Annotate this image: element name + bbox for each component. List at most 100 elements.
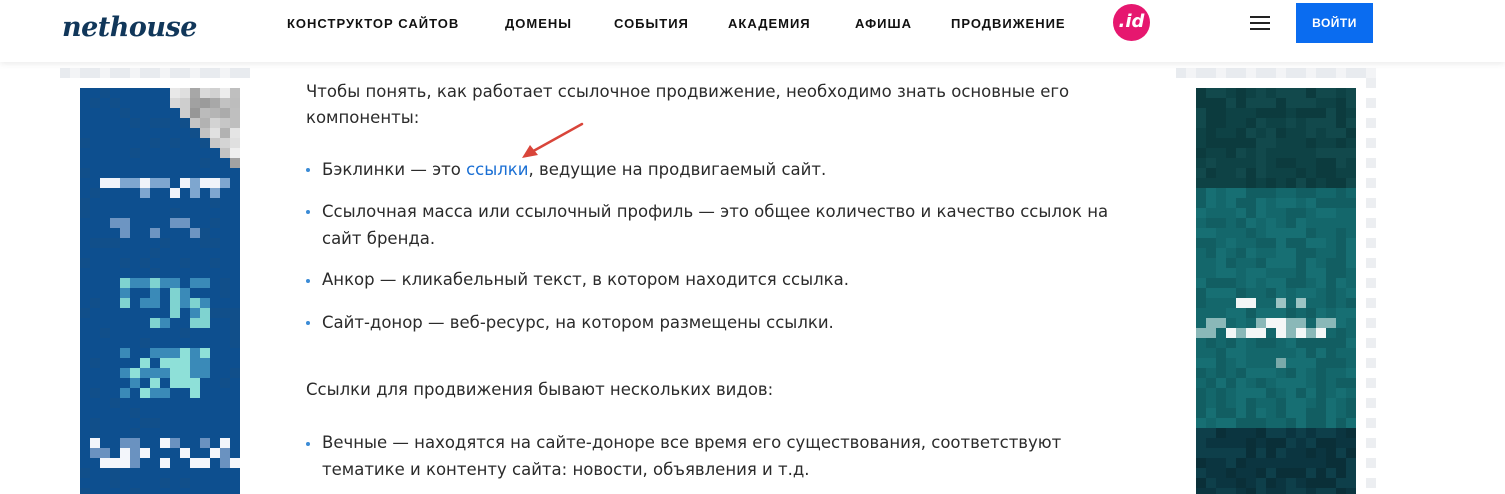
nav-promotion[interactable]: ПРОДВИЖЕНИЕ	[951, 16, 1066, 31]
nav-site-builder[interactable]: КОНСТРУКТОР САЙТОВ	[287, 16, 459, 31]
banner-pixel	[1196, 208, 1206, 218]
banner-pixel	[110, 218, 120, 228]
banner-pixel	[1256, 468, 1266, 478]
banner-pixel	[1326, 168, 1336, 178]
banner-pixel	[1336, 218, 1346, 228]
banner-pixel	[1296, 398, 1306, 408]
banner-pixel	[140, 348, 150, 358]
banner-pixel	[1266, 328, 1276, 338]
banner-pixel	[1266, 128, 1276, 138]
banner-pixel	[190, 358, 200, 368]
banner-pixel	[1286, 268, 1296, 278]
banner-pixel	[150, 338, 160, 348]
banner-pixel	[1206, 258, 1216, 268]
banner-pixel	[140, 368, 150, 378]
banner-pixel	[130, 168, 140, 178]
id-logo-icon[interactable]: .id	[1113, 4, 1150, 41]
banner-pixel	[1266, 188, 1276, 198]
banner-pixel	[100, 68, 110, 78]
right-ad-banner[interactable]	[1176, 68, 1376, 494]
banner-pixel	[1316, 188, 1326, 198]
banner-pixel	[1196, 198, 1206, 208]
banner-pixel	[210, 178, 220, 188]
banner-pixel	[1206, 308, 1216, 318]
banner-pixel	[1326, 278, 1336, 288]
banner-pixel	[1246, 438, 1256, 448]
banner-pixel	[180, 378, 190, 388]
banner-pixel	[190, 348, 200, 358]
banner-pixel	[150, 398, 160, 408]
banner-pixel	[1196, 338, 1206, 348]
links-link[interactable]: ссылки	[466, 160, 528, 179]
banner-pixel	[1286, 88, 1296, 98]
banner-pixel	[1326, 358, 1336, 368]
banner-pixel	[180, 308, 190, 318]
banner-pixel	[200, 188, 210, 198]
banner-pixel	[1306, 208, 1316, 218]
banner-pixel	[100, 468, 110, 478]
banner-pixel	[1316, 238, 1326, 248]
banner-pixel	[180, 248, 190, 258]
banner-pixel	[170, 198, 180, 208]
banner-pixel	[1286, 208, 1296, 218]
banner-pixel	[1316, 268, 1326, 278]
banner-pixel	[1296, 258, 1306, 268]
banner-pixel	[1316, 138, 1326, 148]
banner-pixel	[150, 418, 160, 428]
banner-pixel	[180, 268, 190, 278]
banner-pixel	[160, 418, 170, 428]
banner-pixel	[1246, 488, 1256, 494]
banner-pixel	[90, 318, 100, 328]
banner-pixel	[200, 148, 210, 158]
nethouse-logo[interactable]: nethouse	[62, 12, 197, 43]
banner-pixel	[160, 238, 170, 248]
banner-pixel	[200, 238, 210, 248]
banner-pixel	[1276, 88, 1286, 98]
banner-pixel	[180, 348, 190, 358]
banner-pixel	[100, 168, 110, 178]
banner-pixel	[130, 288, 140, 298]
banner-pixel	[1266, 338, 1276, 348]
banner-pixel	[180, 278, 190, 288]
banner-pixel	[220, 308, 230, 318]
banner-pixel	[90, 438, 100, 448]
banner-pixel	[1236, 158, 1246, 168]
banner-pixel	[190, 228, 200, 238]
nav-domains[interactable]: ДОМЕНЫ	[505, 16, 572, 31]
nav-events[interactable]: СОБЫТИЯ	[614, 16, 689, 31]
banner-pixel	[1266, 458, 1276, 468]
banner-pixel	[140, 358, 150, 368]
banner-pixel	[190, 398, 200, 408]
banner-pixel	[200, 268, 210, 278]
banner-pixel	[210, 248, 220, 258]
banner-pixel	[180, 98, 190, 108]
nav-afisha[interactable]: АФИША	[855, 16, 912, 31]
banner-pixel	[1306, 408, 1316, 418]
banner-pixel	[80, 288, 90, 298]
banner-pixel	[1286, 278, 1296, 288]
banner-pixel	[160, 208, 170, 218]
banner-pixel	[200, 408, 210, 418]
nav-academy[interactable]: АКАДЕМИЯ	[728, 16, 811, 31]
banner-pixel	[1326, 298, 1336, 308]
banner-pixel	[1286, 398, 1296, 408]
banner-pixel	[80, 178, 90, 188]
banner-pixel	[180, 258, 190, 268]
hamburger-menu-icon[interactable]	[1250, 15, 1270, 31]
login-button[interactable]: ВОЙТИ	[1296, 3, 1373, 43]
banner-pixel	[80, 68, 90, 78]
banner-pixel	[160, 268, 170, 278]
banner-pixel	[230, 378, 240, 388]
banner-pixel	[150, 448, 160, 458]
banner-pixel	[1296, 318, 1306, 328]
banner-pixel	[1206, 418, 1216, 428]
banner-pixel	[210, 438, 220, 448]
banner-pixel	[1296, 68, 1306, 78]
banner-pixel	[1256, 288, 1266, 298]
banner-pixel	[90, 448, 100, 458]
banner-pixel	[1216, 328, 1226, 338]
banner-pixel	[1356, 68, 1366, 78]
banner-pixel	[1296, 278, 1306, 288]
left-ad-banner[interactable]	[60, 68, 250, 494]
banner-pixel	[200, 88, 210, 98]
